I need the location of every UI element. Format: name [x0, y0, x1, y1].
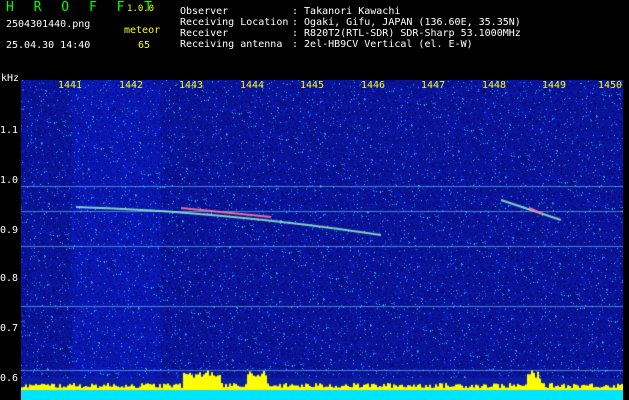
spectrogram-canvas	[21, 80, 623, 400]
y-tick-label: 0.8	[0, 273, 19, 284]
file-name: 2504301440.png	[6, 19, 91, 30]
y-tick-label: 1.1	[0, 125, 19, 136]
x-tick-label: 1446	[361, 80, 386, 91]
x-tick-label: 1445	[300, 80, 325, 91]
y-axis-unit: kHz	[1, 73, 20, 84]
x-tick-label: 1449	[542, 80, 567, 91]
x-tick-label: 1450	[598, 80, 623, 91]
y-tick-label: 1.0	[0, 175, 19, 186]
x-tick-label: 1447	[421, 80, 446, 91]
y-tick-label: 0.6	[0, 373, 19, 384]
observer-label: Observer	[180, 6, 229, 17]
x-tick-label: 1442	[119, 80, 144, 91]
x-tick-label: 1444	[240, 80, 265, 91]
location-value: : Ogaki, Gifu, JAPAN (136.60E, 35.35N)	[292, 17, 521, 28]
location-label: Receiving Location	[180, 17, 289, 28]
meteor-count: 65	[138, 40, 151, 51]
meteor-label: meteor	[124, 25, 161, 36]
x-tick-label: 1441	[58, 80, 83, 91]
capture-datetime: 25.04.30 14:40	[6, 40, 91, 51]
y-tick-label: 0.7	[0, 323, 19, 334]
receiver-label: Receiver	[180, 28, 229, 39]
antenna-label: Receiving antenna	[180, 39, 283, 50]
antenna-value: : 2el-HB9CV Vertical (el. E-W)	[292, 39, 473, 50]
x-tick-label: 1448	[482, 80, 507, 91]
observer-value: : Takanori Kawachi	[292, 6, 401, 17]
x-tick-label: 1443	[179, 80, 204, 91]
app-version: 1.0.0	[127, 4, 155, 14]
receiver-value: : R820T2(RTL-SDR) SDR-Sharp 53.1000MHz	[292, 28, 521, 39]
y-tick-label: 0.9	[0, 225, 19, 236]
hrofft-screen: H R O F F T 1.0.0 2504301440.png meteor …	[0, 0, 629, 400]
